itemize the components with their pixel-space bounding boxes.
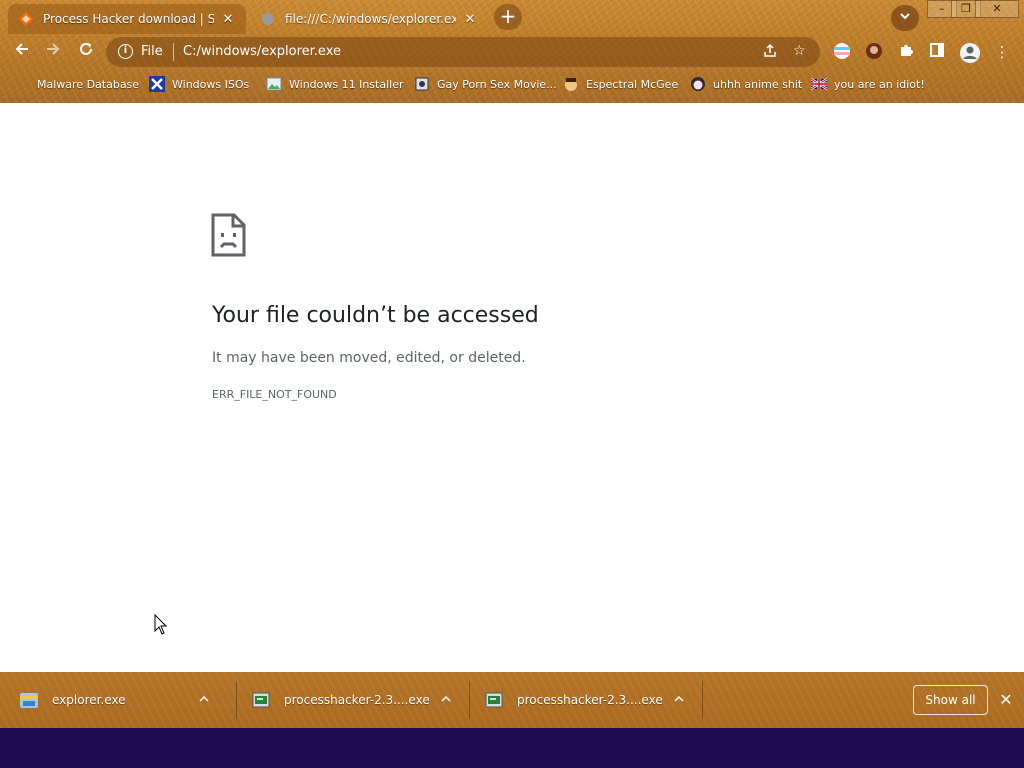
close-window-button[interactable]: ✕ — [975, 0, 1019, 18]
reload-icon — [80, 43, 92, 55]
exe-file-icon — [250, 689, 272, 711]
toolbar: i File C:/windows/explorer.exe ☆ ⋮ — [0, 34, 1024, 70]
mouse-cursor-icon — [154, 613, 168, 639]
chevron-up-icon[interactable] — [667, 693, 691, 708]
forward-button[interactable] — [40, 40, 66, 64]
back-button[interactable] — [9, 40, 35, 64]
side-panel-icon[interactable] — [927, 42, 947, 62]
bookmark-espectral-mcgee[interactable]: Espectral McGee — [563, 75, 678, 93]
avatar-extension-icon[interactable] — [864, 42, 884, 62]
bookmark-label: Windows 11 Installer — [289, 77, 404, 91]
process-hacker-favicon — [18, 11, 34, 27]
tab-close-icon[interactable]: ✕ — [220, 12, 236, 27]
bookmarks-bar: Malware Database Windows ISOs Windows 11… — [0, 70, 1024, 98]
page-content: Your file couldn’t be accessed It may ha… — [0, 103, 1024, 672]
face-favicon — [563, 76, 579, 92]
info-icon[interactable]: i — [118, 44, 133, 59]
arrow-right-icon — [47, 43, 60, 55]
download-item-processhacker-1[interactable]: processhacker-2.3....exe — [250, 672, 458, 728]
close-shelf-icon[interactable]: ✕ — [996, 688, 1016, 712]
bookmark-you-are-an-idiot[interactable]: you are an idiot! — [811, 75, 925, 93]
scheme-label: File — [141, 44, 163, 59]
chevron-up-icon[interactable] — [192, 693, 216, 708]
tab-title: Process Hacker download | SourceForge — [43, 12, 214, 26]
tab-file-explorer[interactable]: file:///C:/windows/explorer.exe ✕ — [250, 4, 488, 34]
blank-favicon — [14, 76, 30, 92]
puzzle-icon[interactable] — [896, 42, 916, 62]
tab-title: file:///C:/windows/explorer.exe — [285, 12, 456, 26]
error-message: It may have been moved, edited, or delet… — [212, 350, 526, 366]
star-icon[interactable]: ☆ — [793, 43, 806, 59]
chevron-down-icon — [900, 13, 910, 20]
download-item-processhacker-2[interactable]: processhacker-2.3....exe — [483, 672, 691, 728]
bookmark-label: Gay Porn Sex Movie... — [437, 77, 557, 91]
globe-icon — [260, 11, 276, 27]
reload-button[interactable] — [73, 40, 99, 64]
taskbar — [0, 728, 1024, 768]
bookmark-label: you are an idiot! — [834, 77, 925, 91]
profile-icon[interactable] — [959, 42, 980, 63]
tab-search-button[interactable] — [891, 5, 919, 31]
anime-favicon — [690, 76, 706, 92]
download-separator — [702, 681, 703, 719]
new-tab-button[interactable]: + — [494, 4, 522, 30]
flag-favicon — [811, 76, 827, 92]
address-separator — [173, 43, 174, 61]
bookmark-windows-11-installer[interactable]: Windows 11 Installer — [266, 75, 404, 93]
tab-process-hacker[interactable]: Process Hacker download | SourceForge ✕ — [8, 4, 246, 34]
bookmark-malware-database[interactable]: Malware Database — [14, 75, 139, 93]
download-name: processhacker-2.3....exe — [517, 693, 663, 707]
tab-close-icon[interactable]: ✕ — [462, 12, 478, 27]
sad-file-icon — [211, 213, 246, 257]
download-name: explorer.exe — [52, 693, 126, 707]
share-icon[interactable] — [762, 43, 778, 63]
bookmark-label: Malware Database — [37, 77, 140, 91]
browser-chrome: Process Hacker download | SourceForge ✕ … — [0, 0, 1024, 103]
bookmark-label: Espectral McGee — [586, 77, 679, 91]
bookmark-label: Windows ISOs — [172, 77, 250, 91]
bookmark-movie-site[interactable]: Gay Porn Sex Movie... — [414, 75, 557, 93]
x-favicon — [149, 76, 165, 92]
bookmark-windows-isos[interactable]: Windows ISOs — [149, 75, 249, 93]
bookmark-anime[interactable]: uhhh anime shit — [690, 75, 802, 93]
bookmark-label: uhhh anime shit — [713, 77, 803, 91]
download-item-explorer[interactable]: explorer.exe — [18, 672, 216, 728]
image-favicon — [266, 76, 282, 92]
address-bar[interactable]: i File C:/windows/explorer.exe ☆ — [106, 37, 820, 67]
download-separator — [469, 681, 470, 719]
exe-file-icon — [483, 689, 505, 711]
show-all-button[interactable]: Show all — [913, 685, 988, 715]
download-name: processhacker-2.3....exe — [284, 693, 430, 707]
flag-extension-icon[interactable] — [832, 42, 852, 62]
error-title: Your file couldn’t be accessed — [212, 303, 539, 328]
arrow-left-icon — [15, 43, 28, 55]
explorer-file-icon — [18, 689, 40, 711]
download-separator — [236, 681, 237, 719]
menu-kebab-icon[interactable]: ⋮ — [992, 42, 1012, 62]
download-shelf: explorer.exe processhacker-2.3....exe pr… — [0, 672, 1024, 728]
chevron-up-icon[interactable] — [434, 693, 458, 708]
error-code: ERR_FILE_NOT_FOUND — [212, 388, 337, 401]
url-text[interactable]: C:/windows/explorer.exe — [183, 44, 341, 59]
tab-strip: Process Hacker download | SourceForge ✕ … — [0, 0, 1024, 34]
site-favicon — [414, 76, 430, 92]
